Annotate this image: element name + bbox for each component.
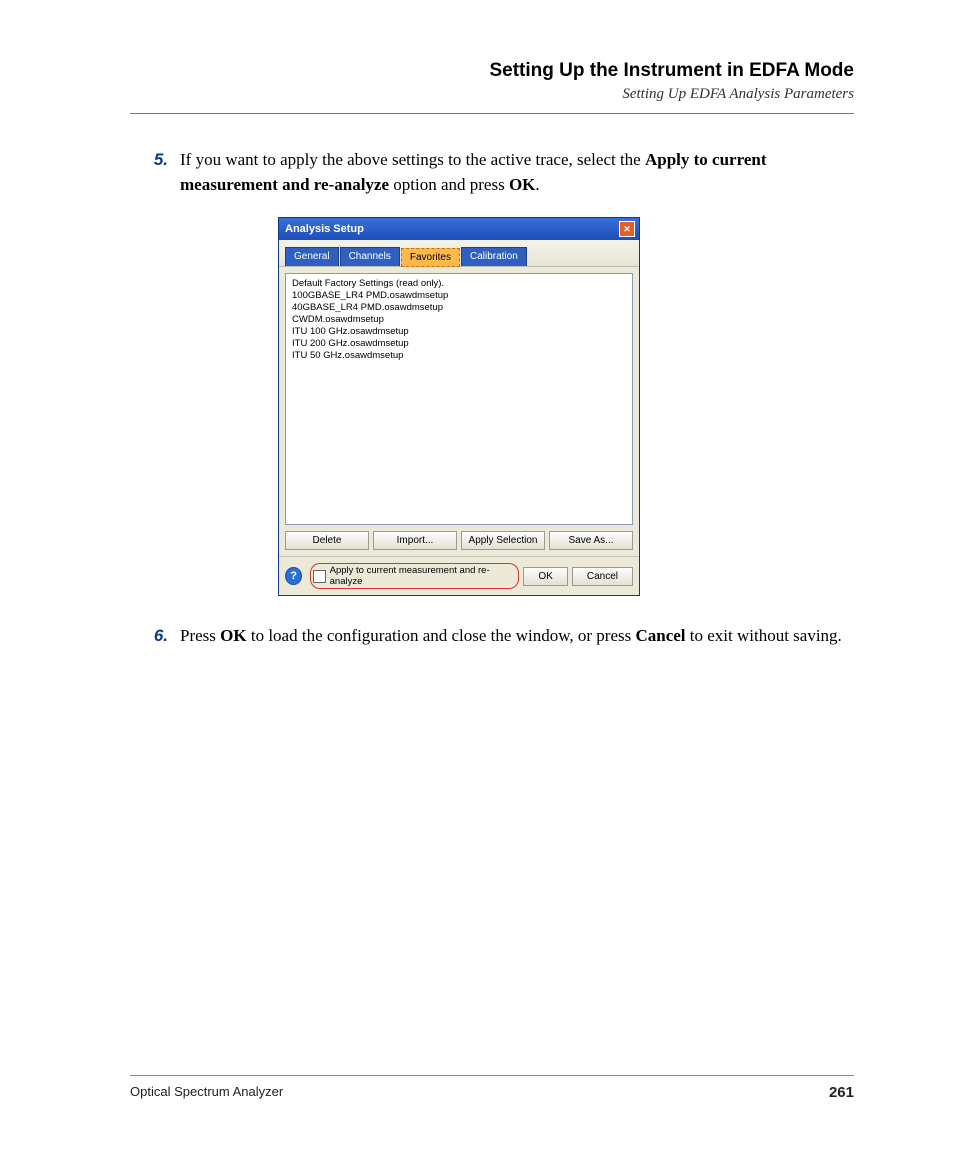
apply-reanalyze-checkbox[interactable] [313,570,325,583]
list-item[interactable]: ITU 200 GHz.osawdmsetup [292,338,626,350]
save-as-button[interactable]: Save As... [549,531,633,550]
step-6-bold-a: OK [220,626,246,645]
tab-general[interactable]: General [285,247,339,266]
tab-calibration[interactable]: Calibration [461,247,527,266]
footer-product: Optical Spectrum Analyzer [130,1084,283,1101]
step-5-text-c: . [535,175,539,194]
list-item[interactable]: 100GBASE_LR4 PMD.osawdmsetup [292,290,626,302]
step-6-text-c: to exit without saving. [686,626,842,645]
favorites-list[interactable]: Default Factory Settings (read only). 10… [285,273,633,525]
step-5-text: If you want to apply the above settings … [180,148,854,197]
apply-selection-button[interactable]: Apply Selection [461,531,545,550]
step-6-text: Press OK to load the configuration and c… [180,624,854,649]
tab-favorites[interactable]: Favorites [401,248,460,267]
step-6-number: 6. [130,624,180,649]
step-6-text-b: to load the configuration and close the … [247,626,636,645]
import-button[interactable]: Import... [373,531,457,550]
dialog-titlebar[interactable]: Analysis Setup ✕ [279,218,639,240]
section-title: Setting Up the Instrument in EDFA Mode [130,60,854,82]
step-6: 6. Press OK to load the configuration an… [130,624,854,649]
analysis-setup-dialog: Analysis Setup ✕ General Channels Favori… [278,217,640,596]
dialog-action-row: Delete Import... Apply Selection Save As… [279,531,639,556]
delete-button[interactable]: Delete [285,531,369,550]
step-6-bold-b: Cancel [635,626,685,645]
cancel-button[interactable]: Cancel [572,567,633,586]
list-item[interactable]: Default Factory Settings (read only). [292,278,626,290]
list-item[interactable]: ITU 100 GHz.osawdmsetup [292,326,626,338]
step-5: 5. If you want to apply the above settin… [130,148,854,197]
dialog-tabs: General Channels Favorites Calibration [279,240,639,267]
dialog-title: Analysis Setup [285,223,364,235]
close-icon[interactable]: ✕ [619,221,635,237]
header-rule [130,113,854,114]
ok-button[interactable]: OK [523,567,567,586]
tab-channels[interactable]: Channels [340,247,400,266]
step-5-number: 5. [130,148,180,197]
apply-reanalyze-label: Apply to current measurement and re-anal… [330,565,513,587]
step-5-text-b: option and press [389,175,509,194]
apply-reanalyze-highlight: Apply to current measurement and re-anal… [310,563,519,589]
list-item[interactable]: ITU 50 GHz.osawdmsetup [292,350,626,362]
help-icon[interactable]: ? [285,567,302,585]
footer-page-number: 261 [829,1084,854,1101]
list-item[interactable]: 40GBASE_LR4 PMD.osawdmsetup [292,302,626,314]
step-5-text-a: If you want to apply the above settings … [180,150,645,169]
dialog-bottom-bar: ? Apply to current measurement and re-an… [279,556,639,595]
step-5-bold-b: OK [509,175,535,194]
list-item[interactable]: CWDM.osawdmsetup [292,314,626,326]
page-footer: Optical Spectrum Analyzer 261 [130,1075,854,1101]
section-subtitle: Setting Up EDFA Analysis Parameters [130,86,854,103]
step-6-text-a: Press [180,626,220,645]
